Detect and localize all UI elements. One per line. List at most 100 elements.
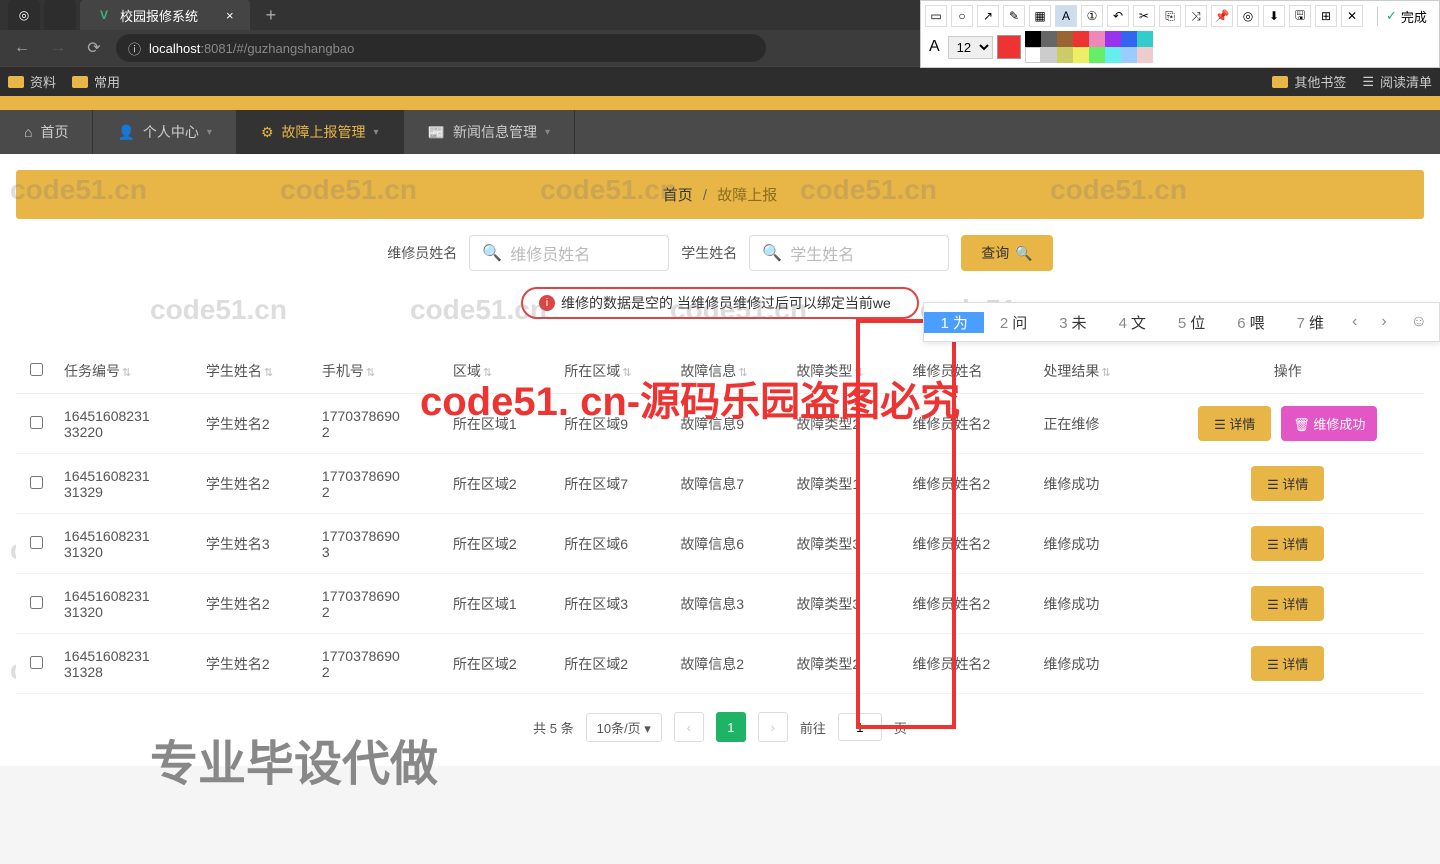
row-checkbox[interactable] bbox=[30, 416, 43, 429]
nav-fault[interactable]: ⚙故障上报管理▾ bbox=[237, 110, 404, 154]
shape-rect-icon[interactable]: ▭ bbox=[925, 5, 947, 27]
col-fault-type[interactable]: 故障类型⇅ bbox=[788, 349, 904, 394]
next-page-button[interactable]: › bbox=[758, 712, 788, 742]
cell-region: 所在区域1 bbox=[445, 574, 556, 634]
color-palette[interactable] bbox=[1025, 31, 1153, 63]
detail-button[interactable]: ☰ 详情 bbox=[1251, 646, 1324, 681]
query-button[interactable]: 查询🔍 bbox=[961, 235, 1052, 271]
cell-student: 学生姓名3 bbox=[198, 514, 314, 574]
tab-other-2[interactable] bbox=[44, 0, 76, 30]
save-icon[interactable]: 🖫 bbox=[1289, 5, 1311, 27]
font-letter-icon: A bbox=[925, 38, 944, 56]
new-tab-button[interactable]: + bbox=[254, 5, 289, 26]
search-input-student[interactable]: 🔍 学生姓名 bbox=[749, 235, 949, 271]
cell-task-id: 1645160823131320 bbox=[56, 574, 198, 634]
col-area[interactable]: 所在区域⇅ bbox=[556, 349, 672, 394]
bookmark-folder-2[interactable]: 常用 bbox=[72, 72, 120, 91]
mosaic-icon[interactable]: ▦ bbox=[1029, 5, 1051, 27]
cell-repairer: 维修员姓名2 bbox=[905, 634, 1036, 694]
done-button[interactable]: ✓完成 bbox=[1377, 7, 1427, 26]
site-info-icon[interactable]: ⓘ bbox=[128, 39, 141, 58]
window-icon[interactable]: ⊞ bbox=[1315, 5, 1337, 27]
nav-home[interactable]: ⌂首页 bbox=[0, 110, 93, 154]
page-size-select[interactable]: 10条/页 ▾ bbox=[586, 713, 662, 742]
cell-student: 学生姓名2 bbox=[198, 394, 314, 454]
annotation-text-input[interactable]: i bbox=[521, 287, 919, 319]
select-all-checkbox[interactable] bbox=[30, 363, 43, 376]
bookmark-folder-1[interactable]: 资料 bbox=[8, 72, 56, 91]
forward-button[interactable]: → bbox=[44, 34, 72, 62]
pagination: 共 5 条 10条/页 ▾ ‹ 1 › 前往 页 bbox=[16, 694, 1424, 750]
ime-candidates[interactable]: 1为 2问 3未 4文 5位 6喂 7维 ‹ › ☺ bbox=[923, 302, 1440, 342]
back-button[interactable]: ← bbox=[8, 34, 36, 62]
reload-button[interactable]: ⟳ bbox=[80, 34, 108, 62]
tab-other-1[interactable]: ◎ bbox=[8, 0, 40, 30]
detail-button[interactable]: ☰ 详情 bbox=[1198, 406, 1271, 441]
ime-next-icon[interactable]: › bbox=[1369, 313, 1398, 331]
row-checkbox[interactable] bbox=[30, 596, 43, 609]
row-checkbox[interactable] bbox=[30, 536, 43, 549]
undo-icon[interactable]: ↶ bbox=[1107, 5, 1129, 27]
tab-active[interactable]: V 校园报修系统 × bbox=[80, 0, 250, 30]
detail-button[interactable]: ☰ 详情 bbox=[1251, 586, 1324, 621]
cell-region: 所在区域2 bbox=[445, 634, 556, 694]
col-phone[interactable]: 手机号⇅ bbox=[314, 349, 445, 394]
nav-news[interactable]: 📰新闻信息管理▾ bbox=[404, 110, 575, 154]
copy-icon[interactable]: ⎘ bbox=[1159, 5, 1181, 27]
shape-arrow-icon[interactable]: ↗ bbox=[977, 5, 999, 27]
reading-list[interactable]: ☰阅读清单 bbox=[1362, 72, 1432, 91]
col-fault-info[interactable]: 故障信息⇅ bbox=[672, 349, 788, 394]
address-bar[interactable]: ⓘ localhost:8081/#/guzhangshangbao bbox=[116, 34, 766, 62]
close-icon[interactable]: ✕ bbox=[1341, 5, 1363, 27]
cell-area: 所在区域6 bbox=[556, 514, 672, 574]
repair-success-button[interactable]: 🗑 维修成功 bbox=[1281, 406, 1377, 441]
ime-prev-icon[interactable]: ‹ bbox=[1340, 313, 1369, 331]
cell-result: 正在维修 bbox=[1035, 394, 1151, 454]
annotation-text-field[interactable] bbox=[561, 295, 901, 311]
other-bookmarks[interactable]: 其他书签 bbox=[1272, 72, 1346, 91]
color-current[interactable] bbox=[997, 35, 1021, 59]
ime-cand-5[interactable]: 5位 bbox=[1162, 312, 1221, 333]
row-checkbox[interactable] bbox=[30, 476, 43, 489]
shape-circle-icon[interactable]: ○ bbox=[951, 5, 973, 27]
detail-button[interactable]: ☰ 详情 bbox=[1251, 526, 1324, 561]
font-size-select[interactable]: 12 bbox=[948, 36, 993, 59]
row-checkbox[interactable] bbox=[30, 656, 43, 669]
breadcrumb-home[interactable]: 首页 bbox=[663, 187, 693, 204]
detail-button[interactable]: ☰ 详情 bbox=[1251, 466, 1324, 501]
cell-repairer: 维修员姓名2 bbox=[905, 394, 1036, 454]
ime-smile-icon[interactable]: ☺ bbox=[1399, 313, 1439, 331]
ime-cand-7[interactable]: 7维 bbox=[1281, 312, 1340, 333]
ime-cand-6[interactable]: 6喂 bbox=[1221, 312, 1280, 333]
ime-cand-3[interactable]: 3未 bbox=[1043, 312, 1102, 333]
tab-close-icon[interactable]: × bbox=[226, 8, 234, 23]
shuffle-icon[interactable]: ⤨ bbox=[1185, 5, 1207, 27]
nav-personal[interactable]: 👤个人中心▾ bbox=[93, 110, 236, 154]
pencil-icon[interactable]: ✎ bbox=[1003, 5, 1025, 27]
counter-icon[interactable]: ① bbox=[1081, 5, 1103, 27]
ime-cand-4[interactable]: 4文 bbox=[1103, 312, 1162, 333]
cut-icon[interactable]: ✂ bbox=[1133, 5, 1155, 27]
goto-page-input[interactable] bbox=[838, 713, 882, 741]
cell-fault-info: 故障信息3 bbox=[672, 574, 788, 634]
col-student[interactable]: 学生姓名⇅ bbox=[198, 349, 314, 394]
text-icon[interactable]: A bbox=[1055, 5, 1077, 27]
col-region[interactable]: 区域⇅ bbox=[445, 349, 556, 394]
ime-cand-2[interactable]: 2问 bbox=[984, 312, 1043, 333]
col-task-id[interactable]: 任务编号⇅ bbox=[56, 349, 198, 394]
cell-repairer: 维修员姓名2 bbox=[905, 514, 1036, 574]
table-row: 1645160823131320 学生姓名3 17703786903 所在区域2… bbox=[16, 514, 1424, 574]
prev-page-button[interactable]: ‹ bbox=[674, 712, 704, 742]
pin-icon[interactable]: 📌 bbox=[1211, 5, 1233, 27]
ime-cand-1[interactable]: 1为 bbox=[924, 312, 983, 333]
col-result[interactable]: 处理结果⇅ bbox=[1035, 349, 1151, 394]
cell-region: 所在区域2 bbox=[445, 454, 556, 514]
download-icon[interactable]: ⬇ bbox=[1263, 5, 1285, 27]
search-input-repairer[interactable]: 🔍 维修员姓名 bbox=[469, 235, 669, 271]
main-nav: ⌂首页 👤个人中心▾ ⚙故障上报管理▾ 📰新闻信息管理▾ bbox=[0, 110, 1440, 154]
target-icon[interactable]: ◎ bbox=[1237, 5, 1259, 27]
col-repairer[interactable]: 维修员姓名 bbox=[905, 349, 1036, 394]
page-1-button[interactable]: 1 bbox=[716, 712, 746, 742]
search-icon: 🔍 bbox=[1015, 245, 1032, 262]
cell-result: 维修成功 bbox=[1035, 574, 1151, 634]
